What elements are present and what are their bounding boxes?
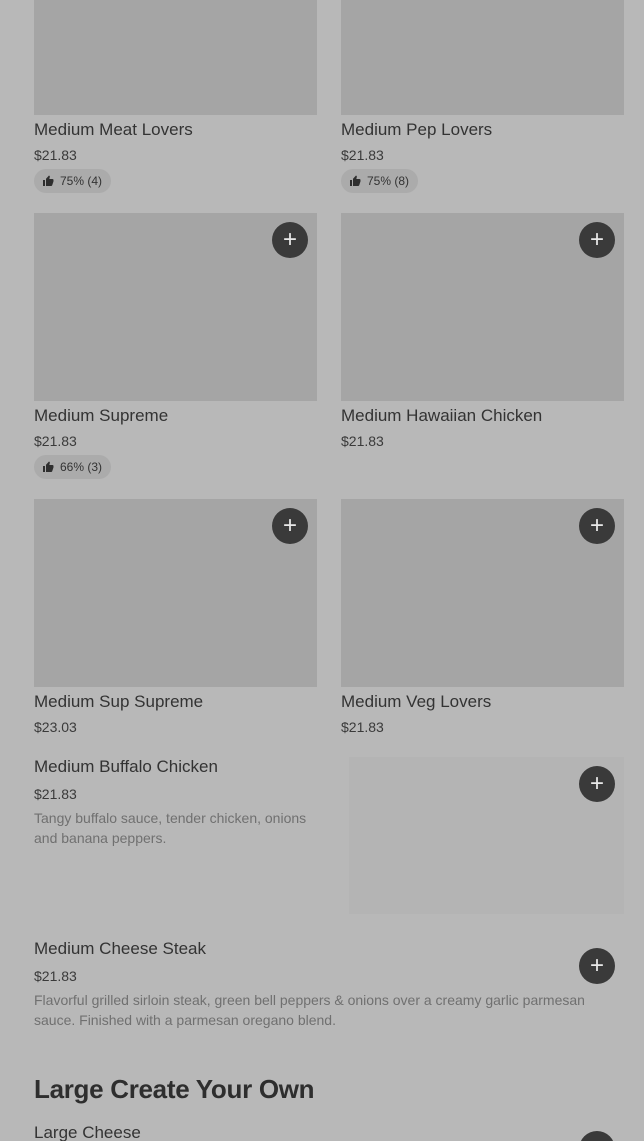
item-name: Medium Buffalo Chicken — [34, 757, 218, 776]
thumbs-up-icon — [43, 461, 54, 472]
item-price: $21.83 — [34, 147, 77, 163]
menu-list-item[interactable]: Medium Cheese Steak $21.83 Flavorful gri… — [34, 939, 614, 1030]
add-button[interactable]: + — [579, 948, 615, 984]
item-name: Medium Veg Lovers — [341, 692, 492, 711]
item-image: + — [34, 213, 317, 401]
section-title: Large Create Your Own — [34, 1074, 315, 1104]
item-price: $21.83 — [34, 968, 77, 984]
menu-item-card[interactable]: + Medium Veg Lovers $21.83 — [341, 499, 624, 735]
rating-text: 75% (4) — [60, 174, 103, 188]
item-price: $21.83 — [341, 433, 384, 449]
item-image — [34, 0, 317, 115]
item-description: Flavorful grilled sirloin steak, green b… — [34, 992, 585, 1028]
menu-item-card[interactable]: + Medium Supreme $21.83 66% (3) — [34, 213, 317, 479]
add-button[interactable]: + — [272, 508, 308, 544]
plus-icon: + — [590, 1135, 604, 1141]
item-price: $23.03 — [34, 719, 77, 735]
add-button[interactable]: + — [272, 222, 308, 258]
plus-icon: + — [589, 770, 604, 797]
menu-item-card[interactable]: + Medium Hawaiian Chicken $21.83 — [341, 213, 624, 449]
menu-list-item[interactable]: Medium Buffalo Chicken $21.83 Tangy buff… — [34, 757, 324, 848]
menu-item-card[interactable]: + Medium Sup Supreme $23.03 — [34, 499, 317, 735]
plus-icon: + — [282, 512, 297, 539]
rating-text: 75% (8) — [367, 174, 410, 188]
item-price: $21.83 — [34, 433, 77, 449]
item-description: Tangy buffalo sauce, tender chicken, oni… — [34, 810, 307, 846]
item-price: $21.83 — [341, 147, 384, 163]
menu-item-card[interactable]: Medium Pep Lovers $21.83 75% (8) — [341, 0, 624, 193]
item-price: $21.83 — [341, 719, 384, 735]
item-name: Medium Sup Supreme — [34, 692, 204, 711]
item-name: Medium Cheese Steak — [34, 939, 206, 958]
item-name: Medium Pep Lovers — [341, 120, 493, 139]
plus-icon: + — [589, 512, 604, 539]
thumbs-up-icon — [350, 175, 361, 186]
add-button[interactable]: + — [579, 766, 615, 802]
item-name: Medium Supreme — [34, 406, 169, 425]
add-button[interactable]: + — [579, 508, 615, 544]
item-image: + — [341, 499, 624, 687]
rating-badge: 75% (4) — [34, 169, 112, 193]
plus-icon: + — [589, 952, 604, 979]
item-price: $21.83 — [34, 786, 77, 802]
menu-item-card[interactable]: Medium Meat Lovers $21.83 75% (4) — [34, 0, 317, 193]
plus-icon: + — [589, 226, 604, 253]
item-name: Medium Hawaiian Chicken — [341, 406, 543, 425]
rating-badge: 75% (8) — [341, 169, 419, 193]
menu-list-item[interactable]: Large Cheese — [34, 1123, 141, 1141]
rating-badge: 66% (3) — [34, 455, 112, 479]
item-name: Large Cheese — [34, 1123, 141, 1141]
item-image — [341, 0, 624, 115]
item-name: Medium Meat Lovers — [34, 120, 193, 139]
rating-text: 66% (3) — [60, 460, 103, 474]
item-image: + — [341, 213, 624, 401]
add-button[interactable]: + — [579, 222, 615, 258]
plus-icon: + — [282, 226, 297, 253]
item-image: + — [34, 499, 317, 687]
add-button[interactable]: + — [579, 1131, 615, 1141]
thumbs-up-icon — [43, 175, 54, 186]
